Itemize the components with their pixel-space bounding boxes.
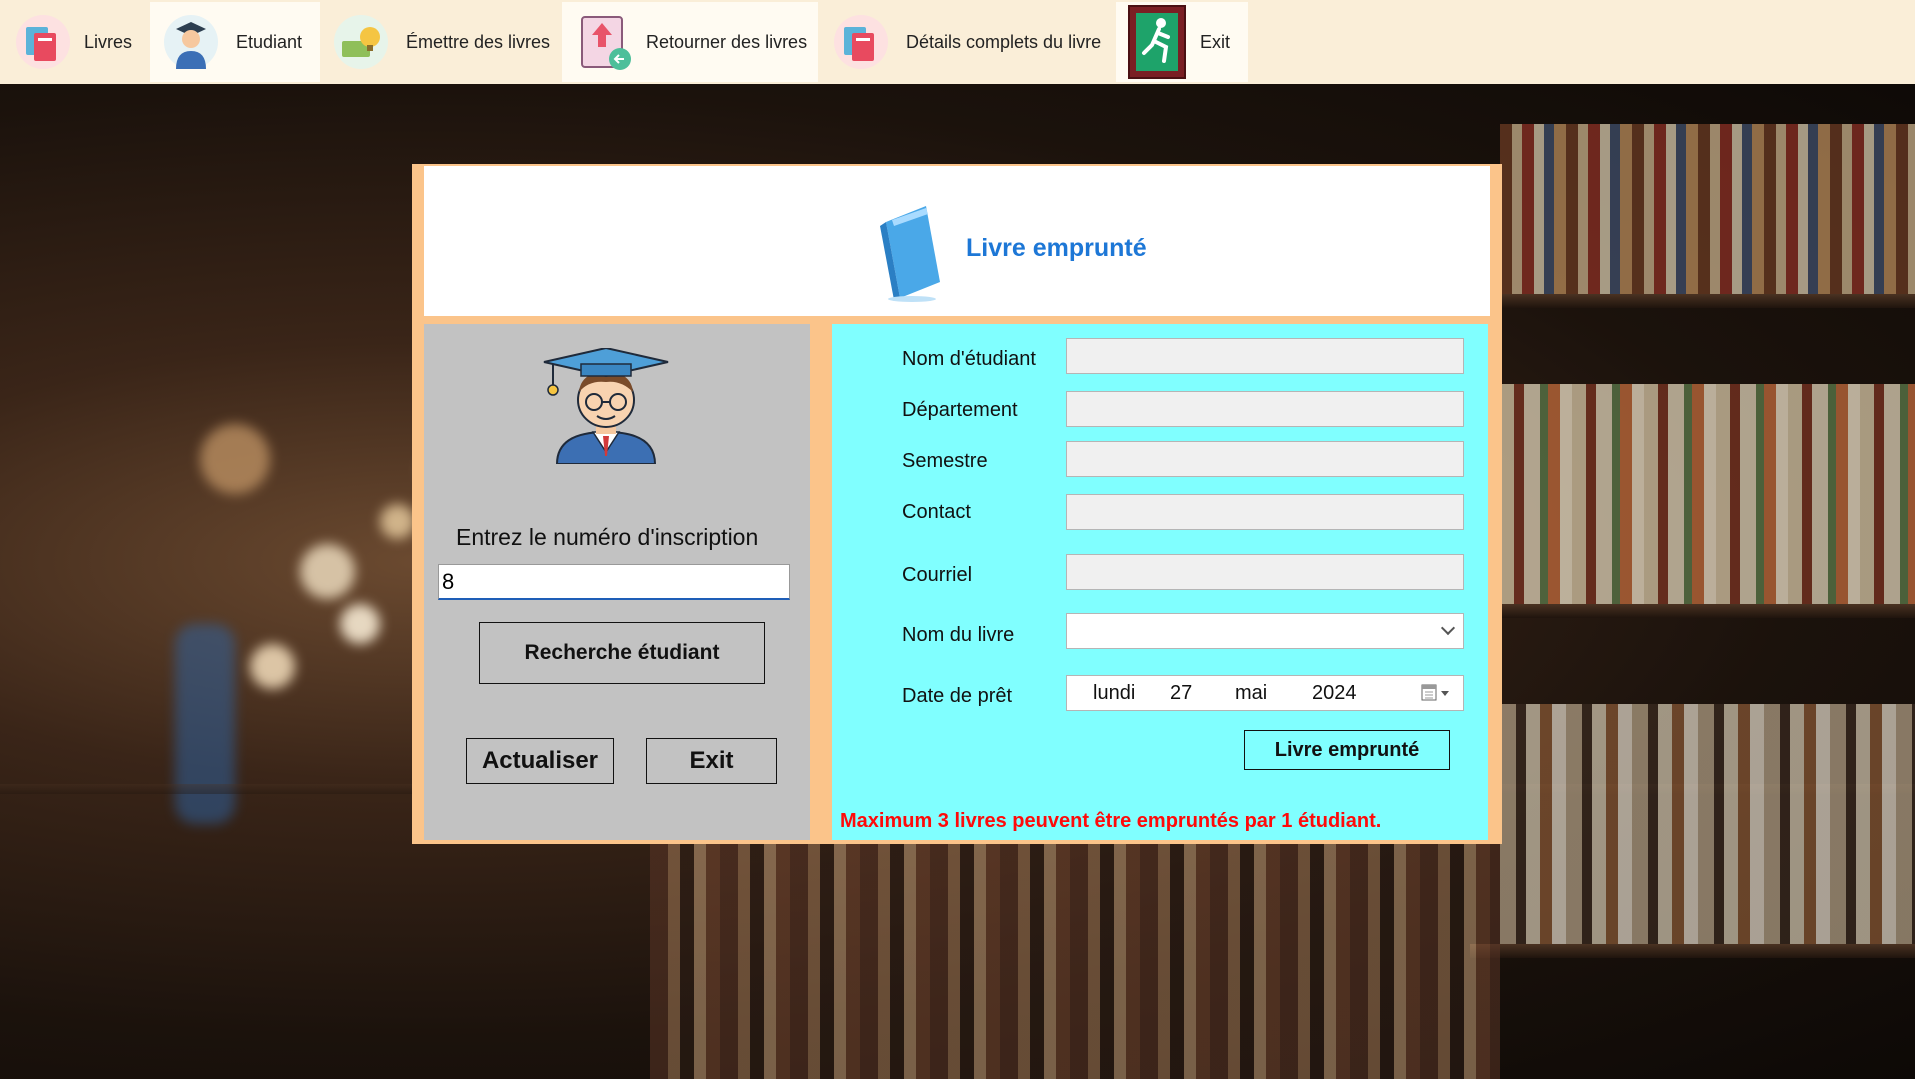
menu-item-label: Livres — [84, 31, 133, 52]
book-name-label: Nom du livre — [902, 624, 1015, 646]
search-student-button[interactable]: Recherche étudiant — [479, 622, 765, 684]
book-name-select[interactable] — [1066, 613, 1464, 649]
borrow-book-button[interactable]: Livre emprunté — [1244, 730, 1450, 770]
menu-item-label: Exit — [1200, 31, 1231, 52]
main-menu-bar: Livres Etudiant Émettre des livres Retou… — [0, 0, 1915, 84]
borrow-book-dialog: Livre emprunté Entrez le numéro d'inscri… — [412, 164, 1502, 844]
student-icon — [160, 11, 222, 73]
menu-item-emettre-des-livres[interactable]: Émettre des livres — [330, 2, 550, 82]
graduate-student-icon — [541, 346, 671, 465]
date-month[interactable]: mai — [1235, 682, 1267, 705]
menu-item-label: Etudiant — [236, 31, 303, 52]
menu-item-livres[interactable]: Livres — [12, 2, 142, 82]
borrow-limit-warning: Maximum 3 livres peuvent être empruntés … — [840, 810, 1382, 832]
date-day[interactable]: 27 — [1170, 682, 1192, 705]
chevron-down-icon[interactable] — [1440, 620, 1456, 636]
refresh-button[interactable]: Actualiser — [466, 738, 614, 784]
borrow-form-panel: Nom d'étudiant Département Semestre Cont… — [832, 324, 1488, 840]
blue-book-icon — [874, 202, 954, 302]
calendar-dropdown-icon[interactable] — [1421, 684, 1453, 702]
return-books-icon — [574, 11, 636, 73]
dialog-title: Livre emprunté — [966, 234, 1147, 262]
student-search-panel: Entrez le numéro d'inscription 8 Recherc… — [424, 324, 810, 840]
registration-number-input[interactable]: 8 — [438, 564, 790, 600]
menu-item-retourner-des-livres[interactable]: Retourner des livres — [562, 2, 818, 82]
registration-number-label: Entrez le numéro d'inscription — [456, 524, 759, 550]
menu-item-label: Retourner des livres — [646, 31, 808, 52]
email-label: Courriel — [902, 564, 973, 586]
menu-item-etudiant[interactable]: Etudiant — [150, 2, 320, 82]
loan-date-label: Date de prêt — [902, 685, 1013, 707]
contact-field[interactable] — [1066, 494, 1464, 530]
exit-button[interactable]: Exit — [646, 738, 777, 784]
exit-running-man-icon — [1128, 5, 1186, 79]
menu-item-details-complets-du-livre[interactable]: Détails complets du livre — [830, 2, 1110, 82]
books-icon — [12, 11, 74, 73]
email-field[interactable] — [1066, 554, 1464, 590]
semester-label: Semestre — [902, 450, 988, 472]
issue-books-icon — [330, 11, 392, 73]
menu-item-label: Détails complets du livre — [906, 31, 1102, 52]
book-details-icon — [830, 11, 892, 73]
menu-item-exit[interactable]: Exit — [1116, 2, 1248, 82]
date-weekday[interactable]: lundi — [1093, 682, 1135, 705]
dialog-header: Livre emprunté — [424, 166, 1490, 316]
loan-date-picker[interactable]: lundi 27 mai 2024 — [1066, 675, 1464, 711]
date-year[interactable]: 2024 — [1312, 682, 1357, 705]
student-name-field[interactable] — [1066, 338, 1464, 374]
student-name-label: Nom d'étudiant — [902, 348, 1036, 370]
department-field[interactable] — [1066, 391, 1464, 427]
semester-field[interactable] — [1066, 441, 1464, 477]
contact-label: Contact — [902, 501, 971, 523]
menu-item-label: Émettre des livres — [406, 31, 551, 52]
department-label: Département — [902, 399, 1018, 421]
